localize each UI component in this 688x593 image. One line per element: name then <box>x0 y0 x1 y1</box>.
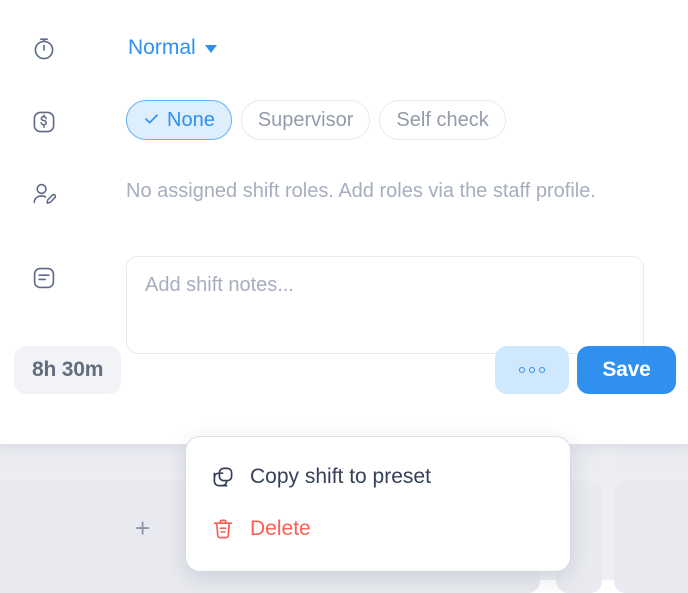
shift-editor-panel: Normal None Supervisor Self check No ass… <box>0 0 688 444</box>
menu-item-copy-label: Copy shift to preset <box>250 465 431 488</box>
break-type-row: None Supervisor Self check <box>22 100 506 144</box>
calendar-cell-3[interactable] <box>614 481 688 593</box>
break-option-self-check[interactable]: Self check <box>379 100 506 140</box>
break-option-none[interactable]: None <box>126 100 232 140</box>
break-option-supervisor[interactable]: Supervisor <box>240 100 371 140</box>
stopwatch-icon <box>22 26 66 70</box>
check-icon <box>143 110 160 131</box>
copy-icon <box>210 464 236 490</box>
break-option-self-check-label: Self check <box>396 109 489 131</box>
calendar-cell-top-3[interactable] <box>614 447 688 471</box>
shift-type-value: Normal <box>128 36 196 59</box>
shift-type-select[interactable]: Normal <box>126 33 219 62</box>
menu-item-copy-shift-to-preset[interactable]: Copy shift to preset <box>186 451 570 503</box>
menu-item-delete-label: Delete <box>250 517 311 540</box>
save-button[interactable]: Save <box>577 346 676 394</box>
chevron-down-icon <box>204 44 217 53</box>
shift-notes-row: Add shift notes... <box>22 256 644 354</box>
notes-icon <box>22 256 66 300</box>
shift-roles-helper-text: No assigned shift roles. Add roles via t… <box>126 180 596 202</box>
break-option-none-label: None <box>167 109 215 131</box>
user-edit-icon <box>22 172 66 216</box>
ellipsis-icon <box>519 367 545 373</box>
break-option-supervisor-label: Supervisor <box>257 109 354 131</box>
break-type-group: None Supervisor Self check <box>126 100 506 140</box>
panel-footer: 8h 30m Save <box>0 346 688 396</box>
more-options-button[interactable] <box>495 346 569 394</box>
shift-notes-input[interactable]: Add shift notes... <box>126 256 644 354</box>
more-options-menu: Copy shift to preset Delete <box>186 437 570 571</box>
shift-roles-row: No assigned shift roles. Add roles via t… <box>22 172 616 216</box>
dollar-square-icon <box>22 100 66 144</box>
trash-icon <box>210 516 236 542</box>
shift-notes-placeholder: Add shift notes... <box>145 274 294 296</box>
shift-type-row: Normal <box>22 26 219 70</box>
menu-item-delete[interactable]: Delete <box>186 503 570 555</box>
add-shift-icon[interactable]: + <box>135 515 150 541</box>
shift-duration-badge: 8h 30m <box>14 346 122 394</box>
